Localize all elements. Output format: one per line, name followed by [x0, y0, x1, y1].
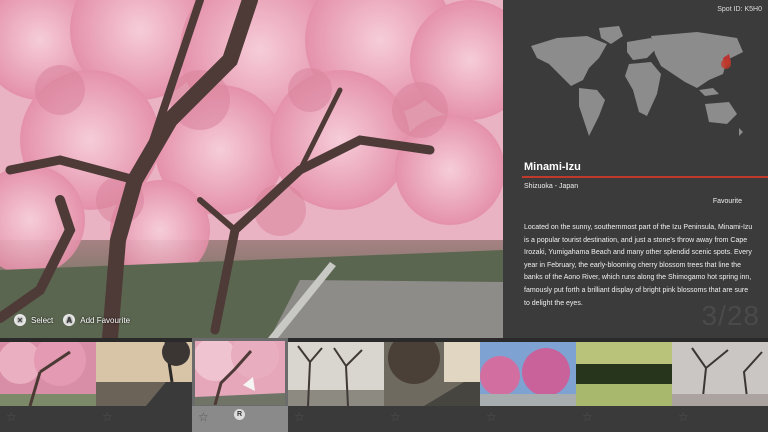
title-divider — [522, 176, 768, 178]
button-hints: ✕ Select A Add Favourite — [14, 314, 130, 326]
place-description: Located on the sunny, southernmost part … — [524, 224, 753, 307]
a-button-icon: A — [63, 314, 76, 326]
location-marker-icon — [721, 59, 731, 69]
r-button-icon: R — [234, 409, 245, 420]
thumbnail-image — [288, 342, 384, 406]
star-icon: ☆ — [294, 410, 305, 424]
photo-counter: 3/28 — [701, 300, 760, 331]
main-photo: ✕ Select A Add Favourite — [0, 0, 503, 338]
add-favourite-hint[interactable]: A Add Favourite — [63, 314, 130, 326]
thumbnail-strip: ☆ ☆ ☆ R ☆ ☆ ☆ ☆ ☆ — [0, 338, 768, 432]
thumbnail-image — [195, 341, 285, 405]
thumbnail-image — [384, 342, 480, 406]
favourite-status: Favourite — [712, 198, 742, 205]
add-favourite-label: Add Favourite — [80, 315, 131, 325]
select-hint[interactable]: ✕ Select — [14, 314, 53, 326]
star-icon: ☆ — [6, 410, 17, 424]
thumb-cherry-1[interactable]: ☆ — [0, 338, 96, 432]
thumb-pink-trees-sky[interactable]: ☆ — [480, 338, 576, 432]
star-icon: ☆ — [582, 410, 593, 424]
place-title: Minami-Izu — [524, 161, 581, 173]
star-icon: ☆ — [390, 410, 401, 424]
star-icon: ☆ — [198, 410, 209, 424]
cherry-blossom-photo — [0, 0, 503, 338]
thumb-bare-trees[interactable]: ☆ — [288, 338, 384, 432]
star-icon: ☆ — [678, 410, 689, 424]
cross-button-icon: ✕ — [14, 314, 26, 326]
thumb-dusk-road[interactable]: ☆ — [384, 338, 480, 432]
thumb-green-reflection[interactable]: ☆ — [576, 338, 672, 432]
world-map — [531, 26, 743, 136]
thumb-sunset-road[interactable]: ☆ — [96, 338, 192, 432]
thumb-evening-trees[interactable]: ☆ — [672, 338, 768, 432]
place-location: Shizuoka - Japan — [524, 183, 579, 190]
thumbnail-image — [672, 342, 768, 406]
info-panel: Spot ID: K5H0 Minami-Izu Shizuoka - Japa… — [503, 0, 768, 338]
select-label: Select — [31, 315, 54, 325]
spot-id: Spot ID: K5H0 — [717, 6, 762, 13]
star-icon: ☆ — [486, 410, 497, 424]
thumbnail-image — [576, 342, 672, 406]
thumb-cherry-selected[interactable]: ☆ R — [192, 338, 288, 432]
thumbnail-image — [96, 342, 192, 406]
star-icon: ☆ — [102, 410, 113, 424]
thumbnail-image — [0, 342, 96, 406]
thumbnail-image — [480, 342, 576, 406]
